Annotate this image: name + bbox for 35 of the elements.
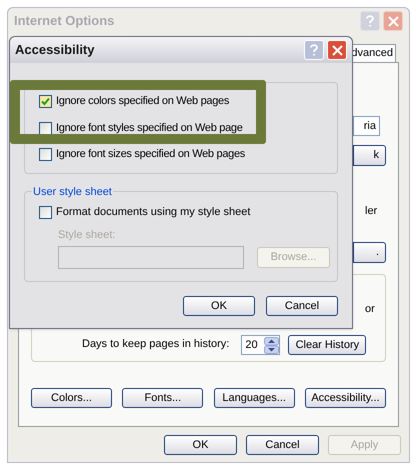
field-label: Style sheet: (58, 228, 116, 242)
button[interactable]: . (353, 242, 386, 263)
checkbox-label: Ignore font sizes specified on Web pages (56, 147, 245, 162)
group-legend: User style sheet (32, 184, 113, 200)
spinner-field[interactable]: 20 (241, 335, 280, 355)
window-title: Internet Options (14, 12, 114, 30)
help-icon (310, 44, 318, 56)
checkbox-label: Ignore font styles specified on Web page (56, 120, 243, 136)
help-icon (366, 15, 374, 27)
button[interactable]: Fonts... (122, 388, 204, 408)
label: ler (365, 204, 378, 219)
close-icon (388, 16, 398, 26)
checkmark-icon (41, 97, 50, 106)
label: or (365, 302, 375, 317)
checkbox[interactable] (39, 206, 52, 219)
button[interactable]: Accessibility... (304, 388, 386, 408)
text-field[interactable]: ria (353, 116, 380, 136)
button[interactable]: OK (183, 296, 255, 316)
checkbox-label: Ignore colors specified on Web pages (56, 94, 230, 110)
spinner-arrows-icon (264, 336, 280, 354)
button[interactable]: k (353, 145, 386, 166)
style-sheet-field[interactable] (58, 246, 244, 269)
clear-history-button[interactable]: Clear History (288, 335, 366, 355)
checkbox[interactable] (39, 122, 52, 134)
button[interactable]: Cancel (246, 435, 319, 455)
checkbox[interactable] (39, 95, 52, 108)
button[interactable]: Colors... (31, 388, 112, 408)
button[interactable]: Languages... (214, 388, 295, 408)
dialog-title: Accessibility (15, 41, 94, 60)
button[interactable]: OK (164, 435, 237, 455)
checkbox-label: Format documents using my style sheet (56, 205, 250, 220)
close-icon (332, 44, 342, 56)
button[interactable]: Cancel (266, 296, 338, 316)
label: Days to keep pages in history: (82, 336, 230, 352)
checkbox[interactable] (39, 148, 52, 161)
